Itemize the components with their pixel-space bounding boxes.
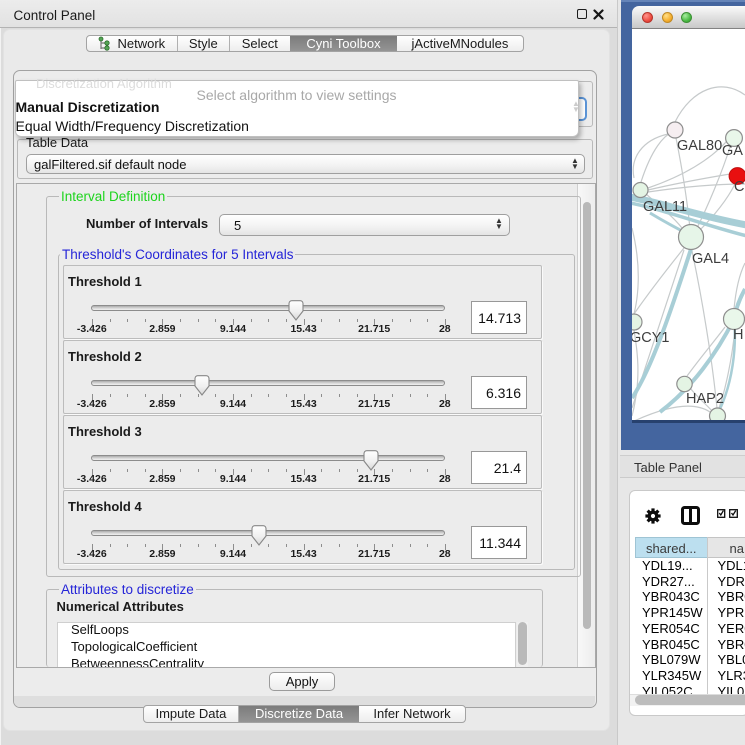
svg-text:GAL4: GAL4 [692, 251, 729, 267]
svg-text:H: H [733, 327, 743, 343]
svg-text:HAP2: HAP2 [686, 391, 724, 407]
svg-text:GCY1: GCY1 [632, 330, 670, 346]
svg-text:C: C [734, 179, 744, 195]
svg-text:GA: GA [722, 143, 743, 159]
svg-text:GAL11: GAL11 [643, 199, 687, 215]
svg-text:GAL80: GAL80 [677, 138, 722, 154]
